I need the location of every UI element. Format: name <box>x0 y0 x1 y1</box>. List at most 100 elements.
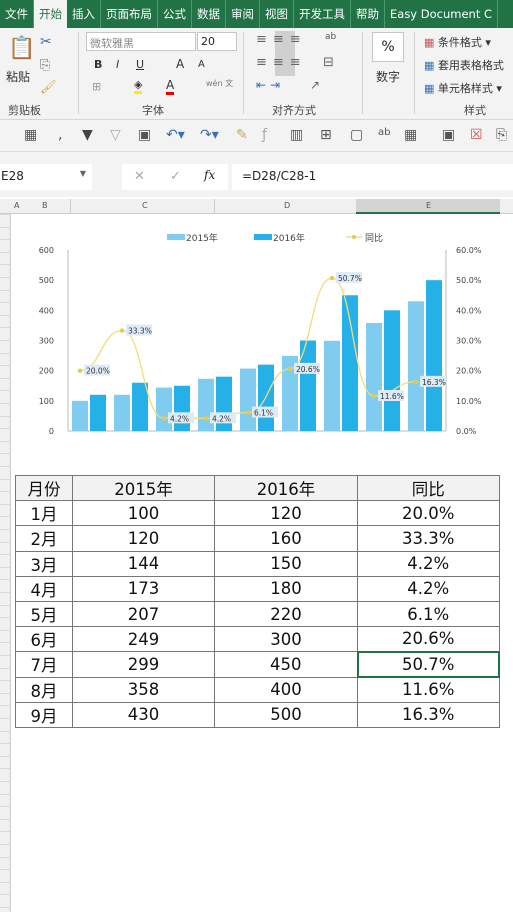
cell-v2015[interactable]: 120 <box>72 525 215 552</box>
columns-icon[interactable]: ▥ <box>290 127 303 143</box>
tab-4[interactable]: 公式 <box>158 0 192 28</box>
tab-10[interactable]: Easy Document C <box>385 0 499 28</box>
redo-icon[interactable]: ↷▾ <box>200 127 219 143</box>
tab-5[interactable]: 数据 <box>192 0 226 28</box>
cell-v2015[interactable]: 173 <box>72 575 215 602</box>
cell-styles-button[interactable]: ▦ 单元格样式 ▾ <box>424 80 502 96</box>
cell-month[interactable]: 9月 <box>15 701 73 728</box>
tab-1[interactable]: 开始 <box>34 0 67 28</box>
comma-icon[interactable]: , <box>58 127 62 143</box>
header-yoy[interactable]: 同比 <box>357 474 500 502</box>
fill-color-icon[interactable]: ◈ <box>134 78 143 94</box>
wrap-text-icon[interactable]: ab <box>325 32 336 42</box>
box-icon[interactable]: ▣ <box>442 127 455 143</box>
format-painter-icon[interactable]: ✎ <box>236 127 248 143</box>
name-box[interactable]: E28 ▼ <box>0 164 92 190</box>
cell-month[interactable]: 5月 <box>15 600 73 628</box>
delete-icon[interactable]: ☒ <box>470 127 483 143</box>
cell-v2016[interactable]: 220 <box>214 600 358 628</box>
vertical-align-icons[interactable]: ≡≡≡ <box>256 32 307 47</box>
underline-button[interactable]: U <box>136 58 144 71</box>
tab-0[interactable]: 文件 <box>0 0 34 28</box>
header-2015[interactable]: 2015年 <box>72 474 215 502</box>
column-header-c[interactable]: C <box>142 201 148 210</box>
format-painter-icon[interactable]: 🖌 <box>40 80 57 95</box>
column-header-a[interactable]: A <box>14 201 19 210</box>
horizontal-align-icons[interactable]: ≡≡≡ <box>256 55 307 70</box>
cell-yoy[interactable]: 16.3% <box>357 701 500 728</box>
phonetic-icon[interactable]: wén 文 <box>206 78 233 89</box>
grow-font-button[interactable]: A <box>176 57 184 71</box>
tab-2[interactable]: 插入 <box>67 0 101 28</box>
font-color-icon[interactable]: A <box>166 78 175 95</box>
column-header-d[interactable]: D <box>284 201 290 210</box>
tab-3[interactable]: 页面布局 <box>101 0 158 28</box>
paste-button[interactable]: 粘贴 <box>6 68 30 85</box>
cell-v2015[interactable]: 430 <box>72 701 215 728</box>
border-icon[interactable]: ⊞ <box>92 80 101 93</box>
cell-yoy[interactable]: 20.6% <box>357 626 500 653</box>
cell-yoy[interactable]: 4.2% <box>357 550 500 577</box>
cell-v2016[interactable]: 300 <box>214 626 358 653</box>
cell-v2016[interactable]: 400 <box>214 676 358 703</box>
cancel-icon[interactable]: ✕ <box>134 169 145 184</box>
insert-function-icon[interactable]: ƒ <box>262 127 267 143</box>
copy-icon[interactable]: ⎘ <box>40 58 50 73</box>
orientation-icon[interactable]: ↗ <box>310 78 320 92</box>
cell-month[interactable]: 7月 <box>15 651 73 678</box>
copy-icon[interactable]: ⎘ <box>496 127 507 143</box>
cell-v2015[interactable]: 299 <box>72 651 215 678</box>
cell-v2015[interactable]: 100 <box>72 500 215 527</box>
cell-v2016[interactable]: 450 <box>214 651 358 678</box>
clear-filter-icon[interactable]: ▽ <box>110 127 121 143</box>
cell-v2016[interactable]: 500 <box>214 701 358 728</box>
shrink-font-button[interactable]: A <box>198 59 205 70</box>
formula-input[interactable]: =D28/C28-1 <box>232 164 513 190</box>
undo-icon[interactable]: ↶▾ <box>166 127 185 143</box>
header-2016[interactable]: 2016年 <box>214 474 358 502</box>
cell-month[interactable]: 1月 <box>15 500 73 527</box>
grid-icon[interactable]: ▦ <box>24 127 37 143</box>
merge-icon[interactable]: ⊟ <box>323 55 334 70</box>
cell-v2015[interactable]: 249 <box>72 626 215 653</box>
cell-yoy[interactable]: 4.2% <box>357 575 500 602</box>
tab-8[interactable]: 开发工具 <box>294 0 351 28</box>
chart-icon[interactable]: ▣ <box>138 127 151 143</box>
cell-month[interactable]: 3月 <box>15 550 73 577</box>
number-format-button[interactable]: 数字 <box>376 68 400 85</box>
combo-chart[interactable]: 0 100 200 300 400 500 600 0.0% 10.0% 20.0% 30.0% 40… <box>12 222 502 442</box>
tab-7[interactable]: 视图 <box>260 0 294 28</box>
tab-9[interactable]: 帮助 <box>351 0 385 28</box>
table-style-icon[interactable]: ▦ <box>404 127 417 143</box>
paste-icon[interactable]: 📋 <box>8 36 35 61</box>
indent-icons[interactable]: ⇤⇥ <box>256 78 284 92</box>
cut-icon[interactable]: ✂ <box>40 34 52 50</box>
tab-6[interactable]: 审阅 <box>226 0 260 28</box>
cell-yoy[interactable]: 20.0% <box>357 500 500 527</box>
cell-v2015[interactable]: 144 <box>72 550 215 577</box>
cell-yoy[interactable]: 11.6% <box>357 676 500 703</box>
percent-style-button[interactable]: % <box>372 32 404 62</box>
header-month[interactable]: 月份 <box>15 474 73 502</box>
column-header-b[interactable]: B <box>42 201 48 210</box>
enter-icon[interactable]: ✓ <box>170 169 181 184</box>
format-as-table-button[interactable]: ▦ 套用表格格式 <box>424 57 504 73</box>
filter-icon[interactable]: ▼ <box>82 127 93 143</box>
outer-border-icon[interactable]: ▢ <box>350 127 363 143</box>
conditional-format-button[interactable]: ▦ 条件格式 ▾ <box>424 34 491 50</box>
cell-v2015[interactable]: 207 <box>72 600 215 628</box>
cell-yoy[interactable]: 33.3% <box>357 525 500 552</box>
borders-icon[interactable]: ⊞ <box>320 127 332 143</box>
insert-function-icon[interactable]: fx <box>204 168 215 182</box>
cell-v2016[interactable]: 120 <box>214 500 358 527</box>
cell-yoy[interactable]: 6.1% <box>357 600 500 628</box>
cell-yoy[interactable]: 50.7% <box>356 650 500 679</box>
cell-v2015[interactable]: 358 <box>72 676 215 703</box>
font-size-select[interactable]: 20 <box>197 32 237 51</box>
cell-v2016[interactable]: 150 <box>214 550 358 577</box>
bold-button[interactable]: B <box>94 58 102 71</box>
italic-button[interactable]: I <box>116 58 119 71</box>
cell-month[interactable]: 2月 <box>15 525 73 552</box>
cell-v2016[interactable]: 180 <box>214 575 358 602</box>
column-header-e[interactable]: E <box>426 201 431 210</box>
